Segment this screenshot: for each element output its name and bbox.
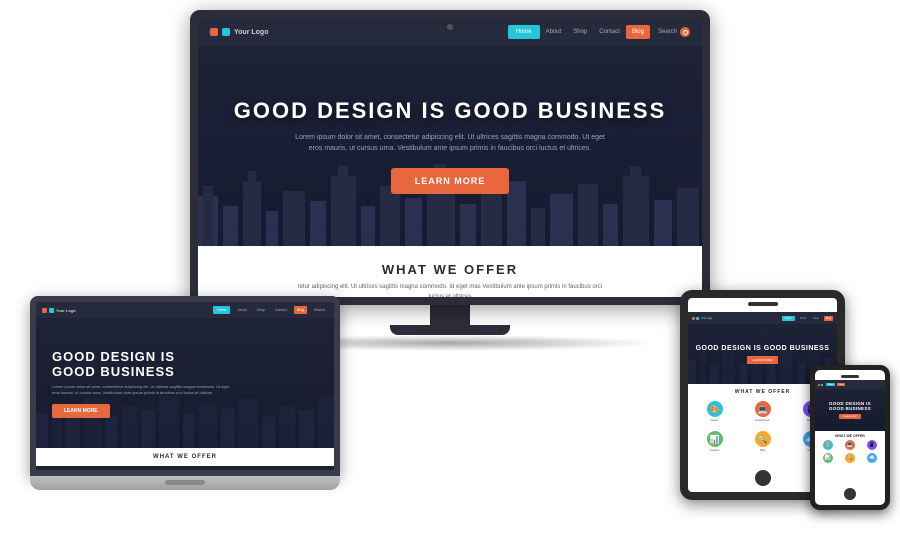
phone-service-4: 📊 xyxy=(818,453,838,464)
laptop-nav-contact: Contact xyxy=(272,308,290,312)
phone-device: Home Blog GOOD DESIGN ISGOOD BUSINESS LE… xyxy=(810,365,890,510)
phone-service-3: 📱 xyxy=(862,440,882,451)
search-icon[interactable] xyxy=(680,27,690,37)
service-label-1: Design xyxy=(695,419,734,422)
service-label-2: Development xyxy=(743,419,782,422)
hero-section: GOOD DESIGN IS GOOD BUSINESS Lorem ipsum… xyxy=(198,46,702,246)
what-we-offer-section: WHAT WE OFFER tetur adipiscing elit. Ut … xyxy=(198,246,702,297)
monitor-screen: Your Logo Home About Shop Contact Blog S… xyxy=(190,10,710,305)
phone-service-5: 🔍 xyxy=(840,453,860,464)
laptop-nav-shop: Shop xyxy=(254,308,268,312)
tablet-hero-title: GOOD DESIGN IS GOOD BUSINESS xyxy=(696,345,830,352)
logo-icon-orange xyxy=(210,28,218,36)
service-icon-dev: 💻 xyxy=(755,401,771,417)
service-label-5: SEO xyxy=(743,449,782,452)
logo-block: Your Logo xyxy=(210,28,500,36)
tablet-service-4: 📊 Analytics xyxy=(692,428,737,455)
laptop-website: Your Logo Home About Shop Contact Blog S… xyxy=(36,302,334,470)
tablet-service-5: 🔍 SEO xyxy=(740,428,785,455)
tablet-nav-blog: Blog xyxy=(824,316,833,321)
laptop-nav-about: About xyxy=(234,308,249,312)
phone-icon-5: 🔍 xyxy=(845,453,855,463)
service-label-4: Analytics xyxy=(695,449,734,452)
phone-icon-4: 📊 xyxy=(823,453,833,463)
phone-section-title: WHAT WE OFFER xyxy=(815,431,885,440)
phone-icon-3: 📱 xyxy=(867,440,877,450)
nav-links: Home About Shop Contact Blog xyxy=(508,25,650,39)
phone-service-2: 💻 xyxy=(840,440,860,451)
search-area: Search xyxy=(658,27,690,37)
hero-subtitle: Lorem ipsum dolor sit amet, consectetur … xyxy=(290,132,610,154)
phone-hero-cta: LEARN MORE xyxy=(839,414,860,419)
laptop-hero: GOOD DESIGN ISGOOD BUSINESS Lorem ipsum … xyxy=(36,318,334,448)
laptop-nav-search: Search xyxy=(311,308,328,312)
phone-icon-1: 🎨 xyxy=(823,440,833,450)
phone-nav-blog: Blog xyxy=(837,383,845,386)
section-title: WHAT WE OFFER xyxy=(214,262,686,277)
service-icon-design: 🎨 xyxy=(707,401,723,417)
laptop-logo: Your Logo xyxy=(56,308,76,313)
main-scene: Your Logo Home About Shop Contact Blog S… xyxy=(0,0,900,540)
nav-blog[interactable]: Blog xyxy=(626,25,650,39)
phone-services: 🎨 💻 📱 📊 🔍 xyxy=(815,440,885,464)
laptop-hero-cta: LEARN MORE xyxy=(52,404,110,418)
search-label: Search xyxy=(658,29,677,35)
hero-title: GOOD DESIGN IS GOOD BUSINESS xyxy=(234,98,667,124)
nav-about[interactable]: About xyxy=(540,29,568,35)
laptop-nav-blog: Blog xyxy=(294,306,307,314)
phone-section: WHAT WE OFFER 🎨 💻 📱 📊 xyxy=(815,431,885,464)
search-icon-inner xyxy=(683,30,688,35)
tablet-hero-cta: LEARN MORE xyxy=(747,356,779,364)
site-nav: Your Logo Home About Shop Contact Blog S… xyxy=(198,18,702,46)
phone-nav: Home Blog xyxy=(815,380,885,389)
tablet-nav: Your Logo Home About Shop Blog xyxy=(688,312,837,324)
laptop-section-title: WHAT WE OFFER xyxy=(42,454,328,460)
tablet-nav-shop: Shop xyxy=(811,317,821,320)
tablet-service-1: 🎨 Design xyxy=(692,398,737,425)
phone-nav-home: Home xyxy=(826,383,835,386)
laptop-section: WHAT WE OFFER xyxy=(36,448,334,466)
nav-contact[interactable]: Contact xyxy=(593,29,626,35)
hero-cta-button[interactable]: LEARN MORE xyxy=(391,168,510,194)
laptop-nav: Your Logo Home About Shop Contact Blog S… xyxy=(36,302,334,318)
phone-website: Home Blog GOOD DESIGN ISGOOD BUSINESS LE… xyxy=(815,370,885,505)
monitor-website: Your Logo Home About Shop Contact Blog S… xyxy=(198,18,702,297)
tablet-service-2: 💻 Development xyxy=(740,398,785,425)
logo-text: Your Logo xyxy=(234,29,268,36)
section-text: tetur adipiscing elit. Ut ultrices sagit… xyxy=(290,283,610,297)
nav-home[interactable]: Home xyxy=(508,25,540,39)
phone-hero-title: GOOD DESIGN ISGOOD BUSINESS xyxy=(829,401,871,411)
laptop-nav-home: Home xyxy=(213,306,230,314)
phone-icon-2: 💻 xyxy=(845,440,855,450)
tablet-nav-about: About xyxy=(798,317,809,320)
phone-service-6: ☁️ xyxy=(862,453,882,464)
phone-icon-6: ☁️ xyxy=(867,453,877,463)
phone-hero: GOOD DESIGN ISGOOD BUSINESS LEARN MORE xyxy=(815,389,885,431)
phone-screen: Home Blog GOOD DESIGN ISGOOD BUSINESS LE… xyxy=(810,365,890,510)
tablet-nav-home: Home xyxy=(782,316,795,321)
laptop-hero-title: GOOD DESIGN ISGOOD BUSINESS xyxy=(52,349,175,379)
laptop-device: Your Logo Home About Shop Contact Blog S… xyxy=(30,296,340,490)
logo-icon-teal xyxy=(222,28,230,36)
laptop-body xyxy=(30,476,340,490)
service-icon-analytics: 📊 xyxy=(707,431,723,447)
nav-shop[interactable]: Shop xyxy=(567,29,593,35)
monitor-stand xyxy=(430,305,470,325)
service-icon-seo: 🔍 xyxy=(755,431,771,447)
monitor-base xyxy=(390,325,510,335)
laptop-hero-sub: Lorem ipsum dolor sit amet, consectetur … xyxy=(52,384,232,396)
phone-service-1: 🎨 xyxy=(818,440,838,451)
laptop-screen: Your Logo Home About Shop Contact Blog S… xyxy=(30,296,340,476)
